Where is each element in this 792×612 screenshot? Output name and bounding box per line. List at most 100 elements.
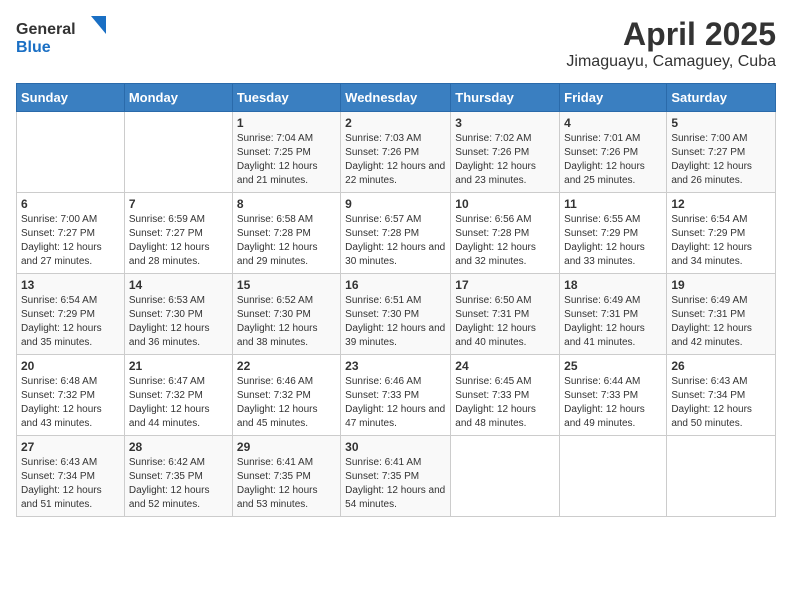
day-number: 10 — [455, 197, 555, 211]
day-info: Sunrise: 6:41 AMSunset: 7:35 PMDaylight:… — [345, 456, 446, 512]
calendar-cell — [451, 436, 560, 517]
day-info: Sunrise: 6:51 AMSunset: 7:30 PMDaylight:… — [345, 294, 446, 350]
header-saturday: Saturday — [667, 84, 776, 112]
calendar-cell — [17, 112, 125, 193]
week-row-3: 20 Sunrise: 6:48 AMSunset: 7:32 PMDayligh… — [17, 355, 776, 436]
day-info: Sunrise: 6:52 AMSunset: 7:30 PMDaylight:… — [237, 294, 336, 350]
day-number: 2 — [345, 116, 446, 130]
day-number: 1 — [237, 116, 336, 130]
day-info: Sunrise: 6:58 AMSunset: 7:28 PMDaylight:… — [237, 213, 336, 269]
day-info: Sunrise: 6:59 AMSunset: 7:27 PMDaylight:… — [129, 213, 228, 269]
calendar-cell: 28 Sunrise: 6:42 AMSunset: 7:35 PMDayligh… — [124, 436, 232, 517]
header: GeneralBlue April 2025 Jimaguayu, Camagu… — [16, 16, 776, 71]
day-number: 8 — [237, 197, 336, 211]
day-number: 21 — [129, 359, 228, 373]
header-monday: Monday — [124, 84, 232, 112]
day-number: 11 — [564, 197, 662, 211]
header-sunday: Sunday — [17, 84, 125, 112]
calendar-cell: 30 Sunrise: 6:41 AMSunset: 7:35 PMDayligh… — [341, 436, 451, 517]
day-number: 23 — [345, 359, 446, 373]
day-info: Sunrise: 7:00 AMSunset: 7:27 PMDaylight:… — [21, 213, 120, 269]
header-thursday: Thursday — [451, 84, 560, 112]
calendar-cell: 14Sunrise: 6:53 AMSunset: 7:30 PMDayligh… — [124, 274, 232, 355]
calendar-cell — [560, 436, 667, 517]
calendar-cell: 17Sunrise: 6:50 AMSunset: 7:31 PMDayligh… — [451, 274, 560, 355]
day-number: 24 — [455, 359, 555, 373]
calendar-cell: 2 Sunrise: 7:03 AMSunset: 7:26 PMDaylight… — [341, 112, 451, 193]
day-info: Sunrise: 7:02 AMSunset: 7:26 PMDaylight:… — [455, 132, 555, 188]
calendar-cell: 10 Sunrise: 6:56 AMSunset: 7:28 PMDayligh… — [451, 193, 560, 274]
calendar-table: SundayMondayTuesdayWednesdayThursdayFrid… — [16, 83, 776, 517]
calendar-cell: 23 Sunrise: 6:46 AMSunset: 7:33 PMDayligh… — [341, 355, 451, 436]
calendar-cell: 11Sunrise: 6:55 AMSunset: 7:29 PMDayligh… — [560, 193, 667, 274]
week-row-0: 1 Sunrise: 7:04 AMSunset: 7:25 PMDaylight… — [17, 112, 776, 193]
day-number: 19 — [671, 278, 771, 292]
header-tuesday: Tuesday — [232, 84, 340, 112]
calendar-cell: 27Sunrise: 6:43 AMSunset: 7:34 PMDayligh… — [17, 436, 125, 517]
calendar-cell: 5 Sunrise: 7:00 AMSunset: 7:27 PMDaylight… — [667, 112, 776, 193]
calendar-cell: 21Sunrise: 6:47 AMSunset: 7:32 PMDayligh… — [124, 355, 232, 436]
calendar-cell: 9Sunrise: 6:57 AMSunset: 7:28 PMDaylight… — [341, 193, 451, 274]
day-number: 28 — [129, 440, 228, 454]
title-area: April 2025 Jimaguayu, Camaguey, Cuba — [566, 16, 776, 71]
day-info: Sunrise: 6:41 AMSunset: 7:35 PMDaylight:… — [237, 456, 336, 512]
day-info: Sunrise: 6:44 AMSunset: 7:33 PMDaylight:… — [564, 375, 662, 431]
day-info: Sunrise: 6:45 AMSunset: 7:33 PMDaylight:… — [455, 375, 555, 431]
day-info: Sunrise: 6:43 AMSunset: 7:34 PMDaylight:… — [671, 375, 771, 431]
day-info: Sunrise: 7:00 AMSunset: 7:27 PMDaylight:… — [671, 132, 771, 188]
day-info: Sunrise: 6:56 AMSunset: 7:28 PMDaylight:… — [455, 213, 555, 269]
day-number: 15 — [237, 278, 336, 292]
day-number: 20 — [21, 359, 120, 373]
week-row-4: 27Sunrise: 6:43 AMSunset: 7:34 PMDayligh… — [17, 436, 776, 517]
calendar-cell: 29 Sunrise: 6:41 AMSunset: 7:35 PMDayligh… — [232, 436, 340, 517]
calendar-cell: 3 Sunrise: 7:02 AMSunset: 7:26 PMDaylight… — [451, 112, 560, 193]
day-number: 16 — [345, 278, 446, 292]
calendar-cell: 18Sunrise: 6:49 AMSunset: 7:31 PMDayligh… — [560, 274, 667, 355]
calendar-cell — [124, 112, 232, 193]
day-number: 27 — [21, 440, 120, 454]
logo-svg: GeneralBlue — [16, 16, 116, 56]
calendar-cell: 12Sunrise: 6:54 AMSunset: 7:29 PMDayligh… — [667, 193, 776, 274]
week-row-1: 6Sunrise: 7:00 AMSunset: 7:27 PMDaylight… — [17, 193, 776, 274]
day-number: 13 — [21, 278, 120, 292]
day-info: Sunrise: 7:03 AMSunset: 7:26 PMDaylight:… — [345, 132, 446, 188]
svg-text:General: General — [16, 21, 76, 38]
main-title: April 2025 — [566, 16, 776, 53]
calendar-cell: 16 Sunrise: 6:51 AMSunset: 7:30 PMDayligh… — [341, 274, 451, 355]
day-number: 22 — [237, 359, 336, 373]
day-info: Sunrise: 6:46 AMSunset: 7:33 PMDaylight:… — [345, 375, 446, 431]
calendar-cell: 26 Sunrise: 6:43 AMSunset: 7:34 PMDayligh… — [667, 355, 776, 436]
header-friday: Friday — [560, 84, 667, 112]
calendar-cell: 22Sunrise: 6:46 AMSunset: 7:32 PMDayligh… — [232, 355, 340, 436]
day-number: 26 — [671, 359, 771, 373]
day-info: Sunrise: 6:49 AMSunset: 7:31 PMDaylight:… — [671, 294, 771, 350]
calendar-cell: 4 Sunrise: 7:01 AMSunset: 7:26 PMDaylight… — [560, 112, 667, 193]
subtitle: Jimaguayu, Camaguey, Cuba — [566, 53, 776, 71]
day-number: 7 — [129, 197, 228, 211]
day-info: Sunrise: 6:42 AMSunset: 7:35 PMDaylight:… — [129, 456, 228, 512]
day-info: Sunrise: 7:04 AMSunset: 7:25 PMDaylight:… — [237, 132, 336, 188]
day-number: 14 — [129, 278, 228, 292]
day-number: 12 — [671, 197, 771, 211]
week-row-2: 13 Sunrise: 6:54 AMSunset: 7:29 PMDayligh… — [17, 274, 776, 355]
header-wednesday: Wednesday — [341, 84, 451, 112]
day-number: 25 — [564, 359, 662, 373]
day-number: 5 — [671, 116, 771, 130]
day-info: Sunrise: 6:54 AMSunset: 7:29 PMDaylight:… — [21, 294, 120, 350]
calendar-cell: 13 Sunrise: 6:54 AMSunset: 7:29 PMDayligh… — [17, 274, 125, 355]
calendar-cell: 1 Sunrise: 7:04 AMSunset: 7:25 PMDaylight… — [232, 112, 340, 193]
calendar-cell: 8 Sunrise: 6:58 AMSunset: 7:28 PMDaylight… — [232, 193, 340, 274]
day-info: Sunrise: 6:49 AMSunset: 7:31 PMDaylight:… — [564, 294, 662, 350]
day-number: 29 — [237, 440, 336, 454]
calendar-cell: 19 Sunrise: 6:49 AMSunset: 7:31 PMDayligh… — [667, 274, 776, 355]
day-info: Sunrise: 6:50 AMSunset: 7:31 PMDaylight:… — [455, 294, 555, 350]
day-number: 3 — [455, 116, 555, 130]
calendar-cell: 20 Sunrise: 6:48 AMSunset: 7:32 PMDayligh… — [17, 355, 125, 436]
days-header-row: SundayMondayTuesdayWednesdayThursdayFrid… — [17, 84, 776, 112]
day-info: Sunrise: 6:48 AMSunset: 7:32 PMDaylight:… — [21, 375, 120, 431]
calendar-cell — [667, 436, 776, 517]
day-number: 4 — [564, 116, 662, 130]
calendar-cell: 7 Sunrise: 6:59 AMSunset: 7:27 PMDaylight… — [124, 193, 232, 274]
day-number: 30 — [345, 440, 446, 454]
day-info: Sunrise: 7:01 AMSunset: 7:26 PMDaylight:… — [564, 132, 662, 188]
